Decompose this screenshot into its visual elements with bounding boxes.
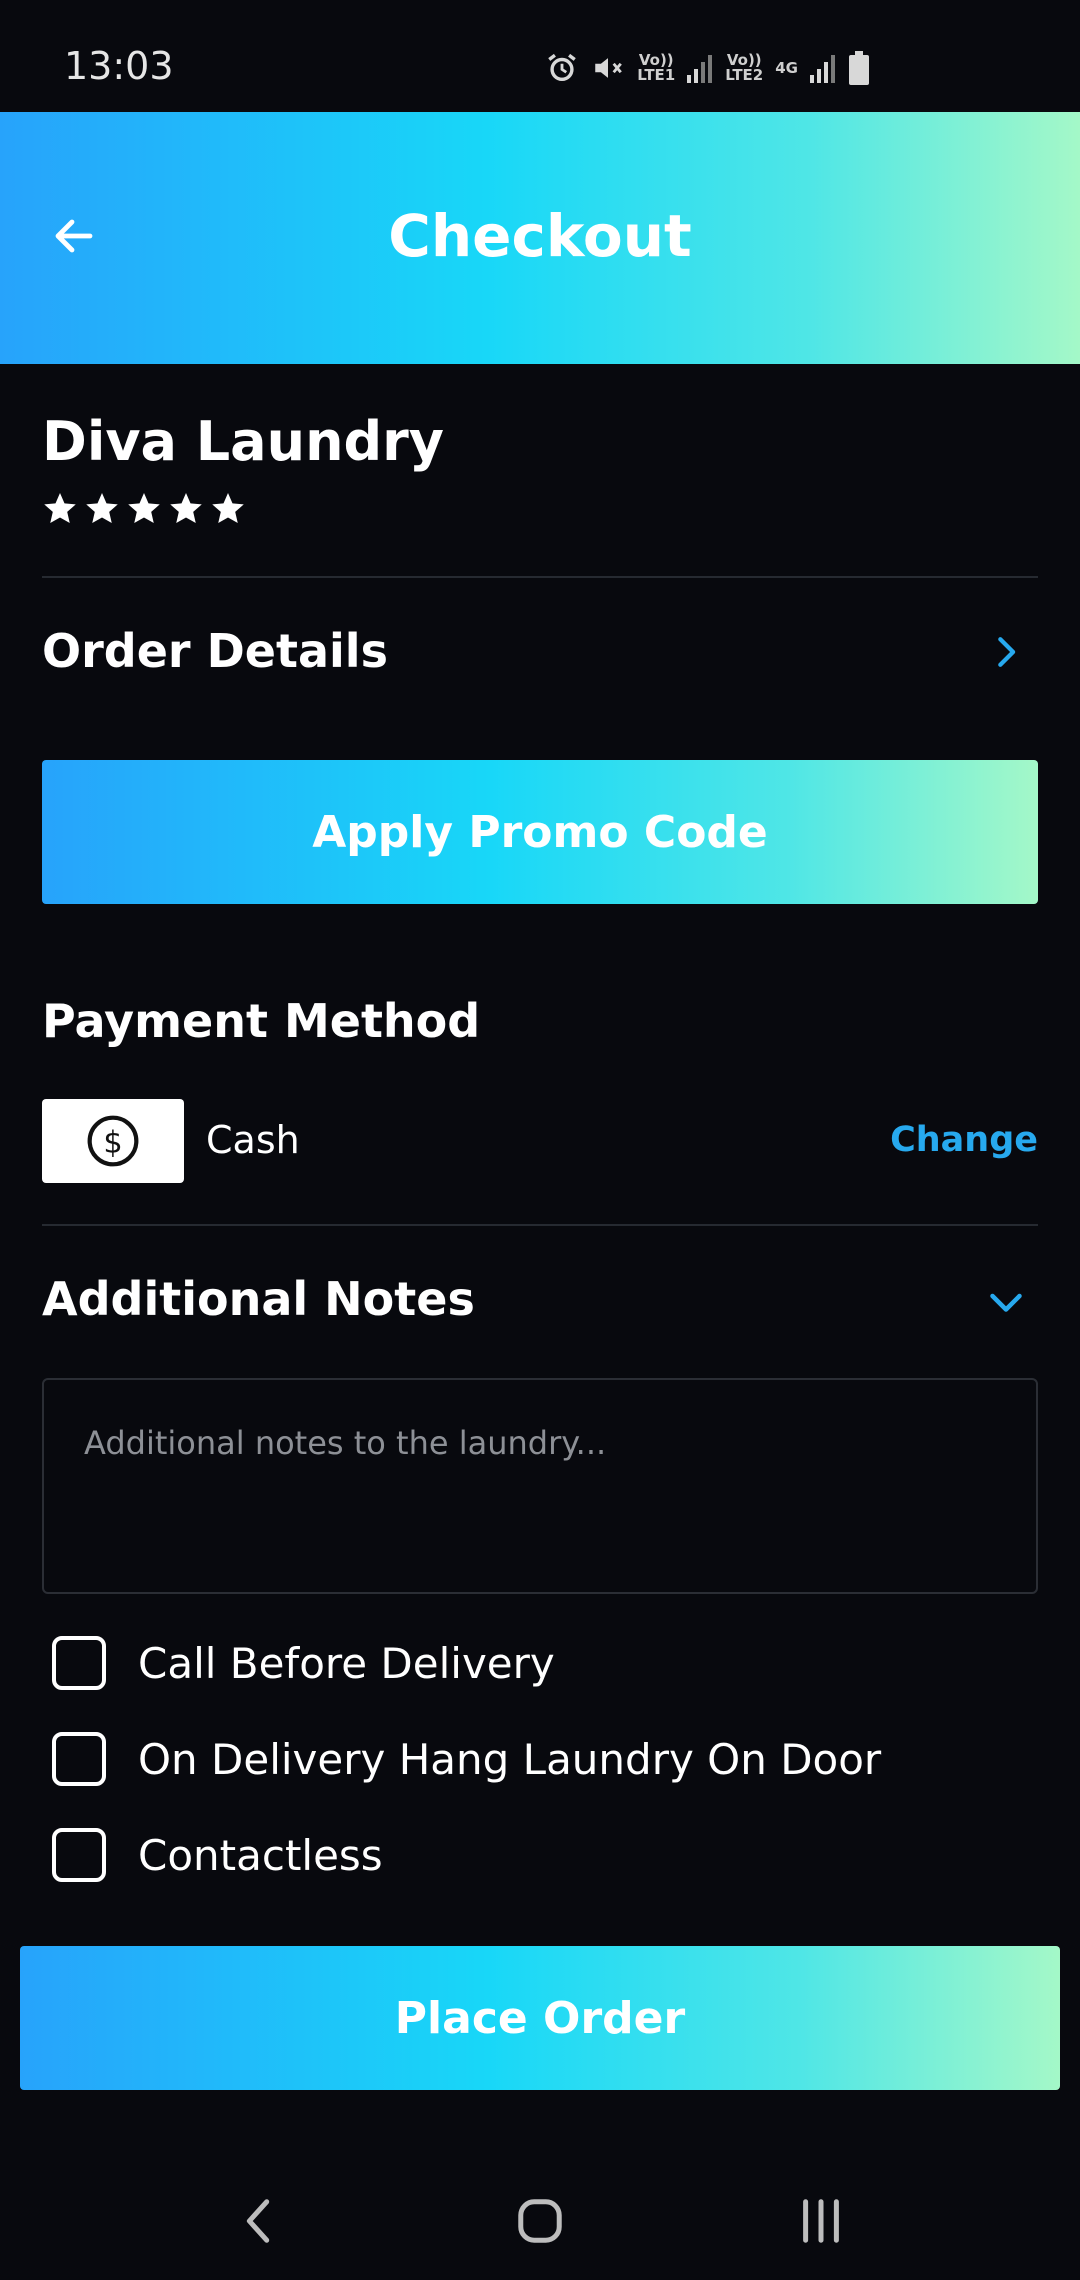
change-payment-link[interactable]: Change bbox=[890, 1120, 1038, 1160]
option-contactless[interactable]: Contactless bbox=[52, 1828, 383, 1882]
sim1-label: Vo)) LTE1 bbox=[637, 51, 676, 84]
additional-notes-input[interactable]: Additional notes to the laundry... bbox=[42, 1378, 1038, 1594]
checkbox[interactable] bbox=[52, 1732, 106, 1786]
chevron-down-icon[interactable] bbox=[978, 1274, 1034, 1330]
star-icon bbox=[44, 493, 76, 523]
nav-home-button[interactable] bbox=[505, 2186, 575, 2256]
network-label: 4G bbox=[775, 58, 798, 77]
nav-back-button[interactable] bbox=[224, 2186, 294, 2256]
nav-recents-icon bbox=[803, 2199, 839, 2243]
status-bar: 13:03 Vo)) LTE1 Vo)) LTE2 4G bbox=[0, 0, 1080, 112]
payment-method-value: Cash bbox=[206, 1118, 300, 1162]
nav-back-icon bbox=[246, 2199, 270, 2243]
payment-method-title: Payment Method bbox=[42, 994, 481, 1048]
star-icon bbox=[128, 493, 160, 523]
sim2-label: Vo)) LTE2 bbox=[725, 51, 764, 84]
apply-promo-code-button[interactable]: Apply Promo Code bbox=[42, 760, 1038, 904]
status-time: 13:03 bbox=[64, 44, 174, 88]
star-icon bbox=[170, 493, 202, 523]
option-hang-laundry-on-door[interactable]: On Delivery Hang Laundry On Door bbox=[52, 1732, 881, 1786]
mute-icon bbox=[591, 51, 625, 85]
signal-icon bbox=[687, 53, 713, 83]
option-label: Call Before Delivery bbox=[138, 1638, 555, 1688]
payment-icon-box: $ bbox=[42, 1099, 184, 1183]
nav-home-icon bbox=[518, 2199, 562, 2243]
order-details-title[interactable]: Order Details bbox=[42, 624, 388, 678]
option-call-before-delivery[interactable]: Call Before Delivery bbox=[52, 1636, 555, 1690]
dollar-coin-icon: $ bbox=[87, 1115, 139, 1167]
divider bbox=[42, 1224, 1038, 1226]
nav-recents-button[interactable] bbox=[786, 2186, 856, 2256]
star-icon bbox=[86, 493, 118, 523]
place-order-button[interactable]: Place Order bbox=[20, 1946, 1060, 2090]
svg-text:$: $ bbox=[103, 1126, 122, 1161]
chevron-right-icon[interactable] bbox=[978, 624, 1034, 680]
option-label: On Delivery Hang Laundry On Door bbox=[138, 1734, 882, 1784]
divider bbox=[42, 576, 1038, 578]
checkbox[interactable] bbox=[52, 1828, 106, 1882]
app-bar: Checkout bbox=[0, 112, 1080, 364]
signal-icon bbox=[810, 53, 836, 83]
store-name: Diva Laundry bbox=[42, 410, 444, 473]
star-icon bbox=[212, 493, 244, 523]
store-rating bbox=[42, 490, 246, 526]
option-label: Contactless bbox=[138, 1830, 383, 1880]
battery-icon bbox=[848, 51, 870, 85]
page-title: Checkout bbox=[388, 202, 692, 270]
alarm-icon bbox=[545, 51, 579, 85]
status-icons: Vo)) LTE1 Vo)) LTE2 4G bbox=[545, 48, 870, 88]
checkbox[interactable] bbox=[52, 1636, 106, 1690]
additional-notes-title[interactable]: Additional Notes bbox=[42, 1272, 475, 1326]
